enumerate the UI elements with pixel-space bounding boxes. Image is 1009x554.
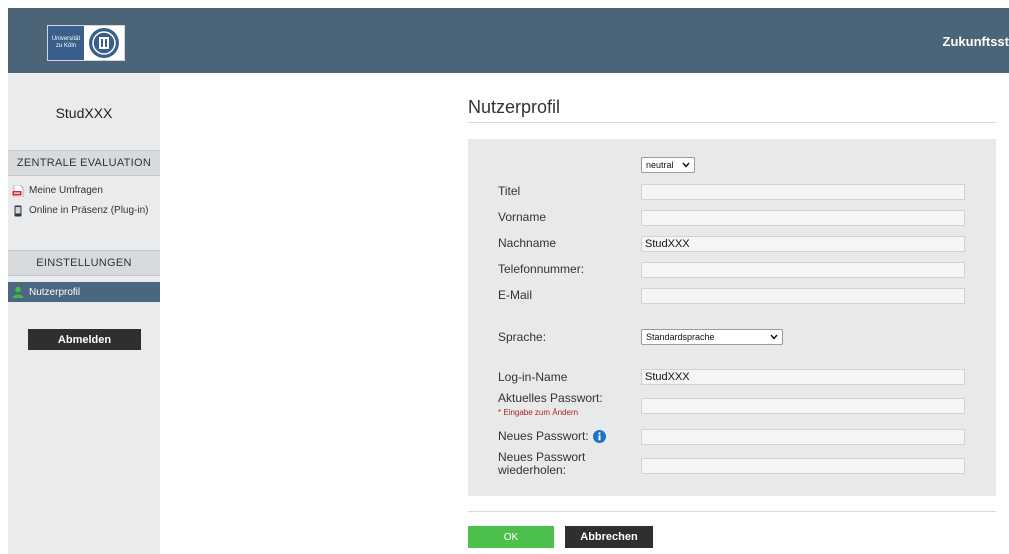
titel-field[interactable] <box>641 184 965 200</box>
cancel-button[interactable]: Abbrechen <box>565 526 653 548</box>
vorname-field[interactable] <box>641 210 965 226</box>
label-repeat-password-line2: wiederholen: <box>498 463 567 477</box>
salutation-select-value: neutral <box>646 160 674 170</box>
telefon-field[interactable] <box>641 262 965 278</box>
info-icon[interactable] <box>592 429 606 443</box>
sidebar: StudXXX ZENTRALE EVALUATION Meine Umfrag… <box>8 73 160 554</box>
logo-line1: Universität <box>51 36 81 42</box>
label-new-password-row: Neues Passwort: <box>498 429 606 443</box>
chevron-down-icon <box>682 160 690 170</box>
divider <box>468 122 996 123</box>
logout-button[interactable]: Abmelden <box>28 329 141 350</box>
section-heading-zentrale-evaluation: ZENTRALE EVALUATION <box>8 150 160 176</box>
university-logo[interactable]: Universität zu Köln <box>47 25 125 61</box>
nachname-field[interactable]: StudXXX <box>641 236 965 252</box>
pdf-icon <box>12 184 24 198</box>
phone-icon <box>12 205 24 217</box>
label-sprache: Sprache: <box>498 330 547 344</box>
sidebar-user-name: StudXXX <box>55 105 113 121</box>
label-email: E-Mail <box>498 288 533 302</box>
logo-wordmark: Universität zu Köln <box>48 26 84 60</box>
sidebar-item-label: Meine Umfragen <box>29 185 103 196</box>
label-repeat-password: Neues Passwort wiederholen: <box>498 451 585 477</box>
label-new-password: Neues Passwort: <box>498 429 589 443</box>
seal-icon <box>84 27 124 59</box>
logo-line2: zu Köln <box>55 43 76 49</box>
label-current-password: Aktuelles Passwort: <box>498 391 603 405</box>
chevron-down-icon <box>770 332 778 342</box>
sidebar-item-label: Nutzerprofil <box>29 286 81 298</box>
divider <box>468 511 996 512</box>
header-title: Zukunftsst <box>942 34 1009 49</box>
label-nachname: Nachname <box>498 236 557 250</box>
sidebar-item-online-in-praesenz[interactable]: Online in Präsenz (Plug-in) <box>12 205 158 217</box>
label-titel: Titel <box>498 184 521 198</box>
login-name-field[interactable]: StudXXX <box>641 369 965 385</box>
language-select-value: Standardsprache <box>646 332 715 342</box>
language-select[interactable]: Standardsprache <box>641 329 783 345</box>
page-title: Nutzerprofil <box>468 97 561 117</box>
current-password-field[interactable] <box>641 398 965 414</box>
repeat-password-field[interactable] <box>641 458 965 474</box>
salutation-select[interactable]: neutral <box>641 157 695 173</box>
sidebar-item-label: Online in Präsenz (Plug-in) <box>29 205 149 216</box>
sidebar-item-nutzerprofil[interactable]: Nutzerprofil <box>8 282 160 302</box>
label-telefonnummer: Telefonnummer: <box>498 262 585 276</box>
section-heading-einstellungen: EINSTELLUNGEN <box>8 250 160 276</box>
top-header: Universität zu Köln Zukunftsst <box>8 8 1009 73</box>
email-field[interactable] <box>641 288 965 304</box>
label-login-name: Log-in-Name <box>498 370 568 384</box>
ok-button[interactable]: OK <box>468 526 554 548</box>
new-password-field[interactable] <box>641 429 965 445</box>
sidebar-item-meine-umfragen[interactable]: Meine Umfragen <box>12 184 158 198</box>
user-icon <box>12 286 24 298</box>
label-vorname: Vorname <box>498 210 547 224</box>
change-hint: * Eingabe zum Ändern <box>498 408 579 417</box>
